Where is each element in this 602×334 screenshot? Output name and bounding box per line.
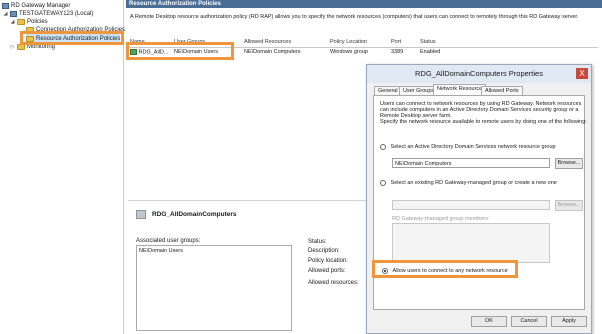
radio-managed-group[interactable]	[380, 180, 386, 186]
navigation-tree: RD Gateway Manager ◢ TESTGATEWAY123 (Loc…	[0, 0, 125, 334]
row-allowed-resources: NE\Domain Computers	[244, 49, 301, 55]
ad-group-field[interactable]: NE\Domain Computers	[392, 158, 550, 168]
tree-item-label: TESTGATEWAY123 (Local)	[19, 10, 94, 17]
radio-ad-group[interactable]	[380, 144, 386, 150]
option-ad-group-label: Select an Active Directory Domain Servic…	[390, 144, 556, 151]
expand-arrow-icon[interactable]: ◢	[3, 11, 8, 17]
members-list[interactable]	[392, 223, 550, 263]
option-ad-group[interactable]: Select an Active Directory Domain Servic…	[380, 144, 556, 150]
details-title: RDG_AllDomainComputers	[152, 211, 237, 218]
ok-button[interactable]: OK	[471, 316, 507, 327]
tab-allowed-ports[interactable]: Allowed Ports	[481, 86, 523, 95]
managed-group-field[interactable]	[392, 200, 550, 210]
tree-item-label: RD Gateway Manager	[11, 2, 71, 9]
option-managed-group[interactable]: Select an existing RD Gateway-managed gr…	[380, 180, 557, 186]
associated-groups-list[interactable]: NE\Domain Users	[136, 245, 292, 331]
allowed-resources-label: Allowed resources:	[308, 280, 359, 286]
row-policy-location: Windows group	[330, 49, 368, 55]
associated-groups-label: Associated user groups:	[136, 238, 201, 244]
highlight-rap-tree-item	[20, 31, 124, 45]
intro-line-4: Specify the network resource available t…	[380, 119, 587, 125]
status-label: Status:	[308, 239, 327, 245]
browse-button-ad[interactable]: Browse...	[555, 158, 583, 169]
collapse-arrow-icon[interactable]: ▷	[10, 44, 15, 50]
description-label: Description:	[308, 248, 340, 254]
tree-item-label: Policies	[27, 18, 48, 25]
details-divider	[128, 200, 366, 201]
apply-button[interactable]: Apply	[551, 316, 587, 327]
folder-icon	[17, 18, 25, 25]
members-label: RD Gateway-managed group members:	[392, 216, 490, 222]
tab-network-resource[interactable]: Network Resource	[433, 84, 487, 95]
tab-general[interactable]: General	[374, 86, 402, 95]
list-item: NE\Domain Users	[139, 248, 184, 254]
highlight-any-resource-option	[372, 260, 518, 278]
cancel-button[interactable]: Cancel	[511, 316, 547, 327]
option-managed-group-label: Select an existing RD Gateway-managed gr…	[390, 180, 557, 187]
expand-arrow-icon[interactable]: ◢	[10, 19, 15, 25]
browse-button-managed[interactable]: Browse...	[555, 200, 583, 211]
policy-icon	[136, 210, 146, 219]
row-status: Enabled	[420, 49, 441, 55]
policy-location-label: Policy location:	[308, 258, 349, 264]
properties-dialog: RDG_AllDomainComputers Properties X Gene…	[366, 64, 592, 334]
gateway-manager-icon	[2, 2, 9, 9]
row-port: 3389	[391, 49, 404, 55]
panel-title: Resource Authorization Policies	[126, 0, 602, 8]
panel-description: A Remote Desktop resource authorization …	[130, 14, 579, 20]
dialog-title: RDG_AllDomainComputers Properties	[367, 65, 591, 83]
allowed-ports-label: Allowed ports:	[308, 268, 346, 274]
highlight-policy-row	[126, 42, 234, 60]
close-icon[interactable]: X	[576, 68, 588, 79]
server-icon	[10, 10, 17, 17]
